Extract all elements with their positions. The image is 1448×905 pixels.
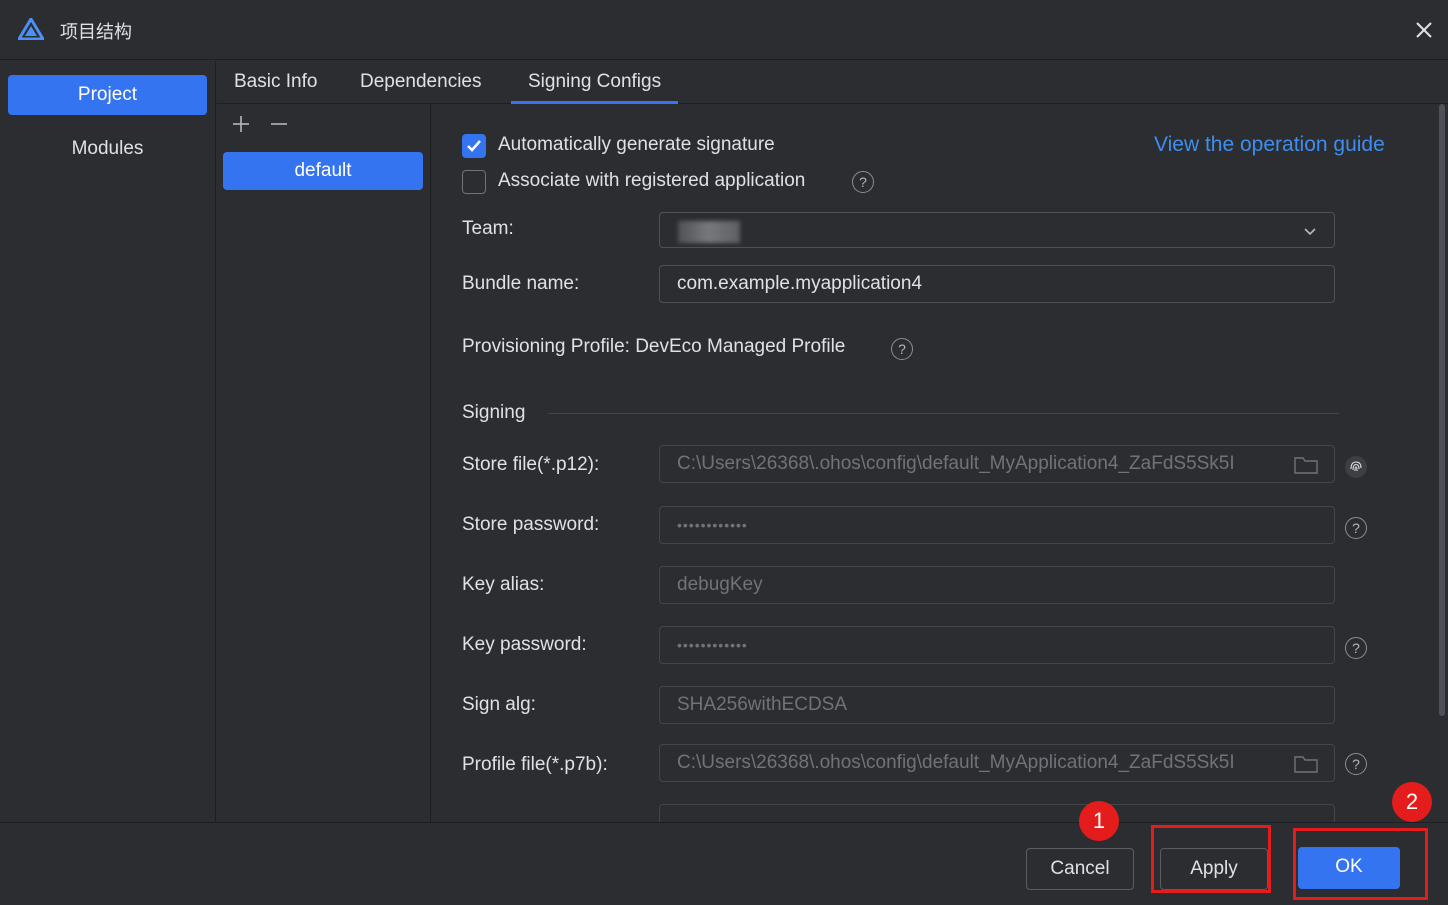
bundle-name-label: Bundle name: — [462, 273, 580, 294]
tab-bar: Basic Info Dependencies Signing Configs — [217, 61, 1448, 104]
nav-item-modules[interactable]: Modules — [8, 129, 207, 169]
left-nav: Project Modules — [0, 61, 216, 822]
profile-file-label: Profile file(*.p7b): — [462, 754, 608, 775]
remove-icon[interactable] — [267, 112, 291, 136]
apply-highlight-box — [1151, 825, 1271, 893]
auto-sign-label: Automatically generate signature — [498, 134, 775, 155]
auto-sign-checkbox[interactable] — [462, 134, 486, 158]
tab-dependencies[interactable]: Dependencies — [343, 61, 498, 104]
associate-app-label: Associate with registered application — [498, 170, 806, 191]
window-title: 项目结构 — [60, 22, 132, 43]
config-item-default[interactable]: default — [223, 152, 423, 190]
step-marker-1: 1 — [1079, 801, 1119, 841]
signing-config-form: Automatically generate signature Associa… — [432, 104, 1438, 822]
store-password-label: Store password: — [462, 514, 600, 535]
provisioning-help-icon[interactable]: ? — [891, 338, 913, 360]
associate-help-icon[interactable]: ? — [852, 171, 874, 193]
profile-file-help-icon[interactable]: ? — [1345, 753, 1367, 775]
store-file-label: Store file(*.p12): — [462, 454, 600, 475]
team-label: Team: — [462, 218, 514, 239]
store-password-help-icon[interactable]: ? — [1345, 517, 1367, 539]
key-password-help-icon[interactable]: ? — [1345, 637, 1367, 659]
key-alias-input[interactable]: debugKey — [659, 566, 1335, 604]
signing-section-title: Signing — [462, 402, 526, 423]
store-password-input[interactable]: •••••••••••• — [659, 506, 1335, 544]
checkmark-icon — [467, 140, 481, 152]
bundle-name-input[interactable]: com.example.myapplication4 — [659, 265, 1335, 303]
cancel-button[interactable]: Cancel — [1026, 848, 1134, 890]
store-file-input[interactable]: C:\Users\26368\.ohos\config\default_MyAp… — [659, 445, 1335, 483]
key-password-label: Key password: — [462, 634, 587, 655]
folder-icon[interactable] — [1292, 454, 1320, 476]
profile-file-value: C:\Users\26368\.ohos\config\default_MyAp… — [677, 752, 1235, 773]
close-icon[interactable] — [1408, 14, 1440, 46]
fingerprint-icon[interactable] — [1344, 455, 1368, 479]
associate-app-checkbox[interactable] — [462, 170, 486, 194]
sign-alg-label: Sign alg: — [462, 694, 536, 715]
step-marker-2: 2 — [1392, 782, 1432, 822]
key-password-input[interactable]: •••••••••••• — [659, 626, 1335, 664]
ok-highlight-box — [1293, 828, 1428, 900]
title-bar: 项目结构 — [0, 0, 1448, 60]
deveco-logo-icon — [18, 18, 44, 40]
tab-signing-configs[interactable]: Signing Configs — [511, 61, 679, 104]
next-field-partial[interactable] — [659, 804, 1335, 822]
operation-guide-link[interactable]: View the operation guide — [1154, 133, 1385, 157]
tab-basic-info[interactable]: Basic Info — [217, 61, 334, 104]
form-scrollbar[interactable] — [1439, 104, 1445, 716]
key-alias-label: Key alias: — [462, 574, 545, 595]
chevron-down-icon — [1304, 228, 1316, 236]
config-list-panel: default — [217, 104, 431, 822]
store-file-value: C:\Users\26368\.ohos\config\default_MyAp… — [677, 453, 1235, 474]
team-value-redacted — [678, 221, 740, 243]
section-divider — [548, 413, 1339, 414]
add-icon[interactable] — [229, 112, 253, 136]
nav-item-project[interactable]: Project — [8, 75, 207, 115]
sign-alg-input[interactable]: SHA256withECDSA — [659, 686, 1335, 724]
team-select[interactable] — [659, 212, 1335, 248]
profile-file-input[interactable]: C:\Users\26368\.ohos\config\default_MyAp… — [659, 744, 1335, 782]
folder-icon[interactable] — [1292, 753, 1320, 775]
provisioning-profile-text: Provisioning Profile: DevEco Managed Pro… — [462, 336, 846, 357]
